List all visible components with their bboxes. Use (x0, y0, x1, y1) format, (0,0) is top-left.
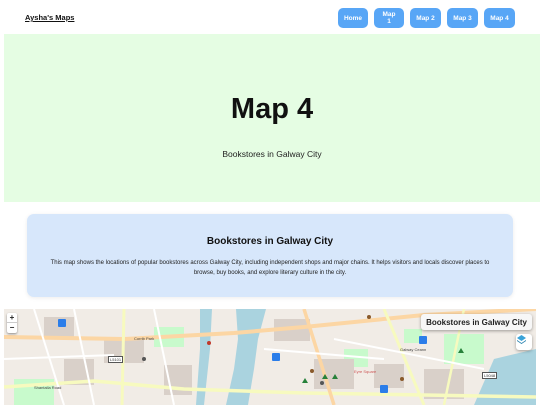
map-label-eyre-square: Eyre Square (354, 369, 377, 374)
layers-control[interactable] (516, 334, 532, 350)
description-card: Bookstores in Galway City This map shows… (27, 214, 513, 297)
layers-icon (517, 335, 526, 344)
nav-map3-button[interactable]: Map 3 (447, 8, 478, 28)
nav-map4-button[interactable]: Map 4 (484, 8, 515, 28)
card-title: Bookstores in Galway City (206, 236, 334, 247)
zoom-control: + − (7, 313, 17, 333)
road-label-l5048: L5048 (482, 372, 498, 379)
card-description: This map shows the locations of popular … (50, 260, 490, 276)
zoom-in-button[interactable]: + (7, 313, 17, 323)
page-subtitle: Bookstores in Galway City (222, 149, 322, 159)
hero-banner: Map 4 Bookstores in Galway City (4, 34, 540, 202)
zoom-out-button[interactable]: − (7, 323, 17, 333)
map-label-corrib: Corrib Park (134, 336, 155, 341)
nav-map2-button[interactable]: Map 2 (410, 8, 441, 28)
page-title: Map 4 (230, 93, 314, 125)
road-label-l5101: L5101 (108, 356, 124, 363)
brand-link[interactable]: Aysha's Maps (25, 13, 74, 22)
nav-buttons: Home Map 1 Map 2 Map 3 Map 4 (338, 8, 515, 28)
nav-home-button[interactable]: Home (338, 8, 368, 28)
bookstore-map[interactable]: L5101 L5048 Galway Ceann Eyre Square Cor… (4, 309, 536, 405)
map-label-galway: Galway Ceann (400, 347, 427, 352)
nav-map1-button[interactable]: Map 1 (374, 8, 404, 28)
map-title-overlay: Bookstores in Galway City (421, 314, 532, 330)
map-label-shantalla: Shantalla Road (34, 385, 62, 390)
top-navbar: Aysha's Maps Home Map 1 Map 2 Map 3 Map … (0, 0, 540, 34)
